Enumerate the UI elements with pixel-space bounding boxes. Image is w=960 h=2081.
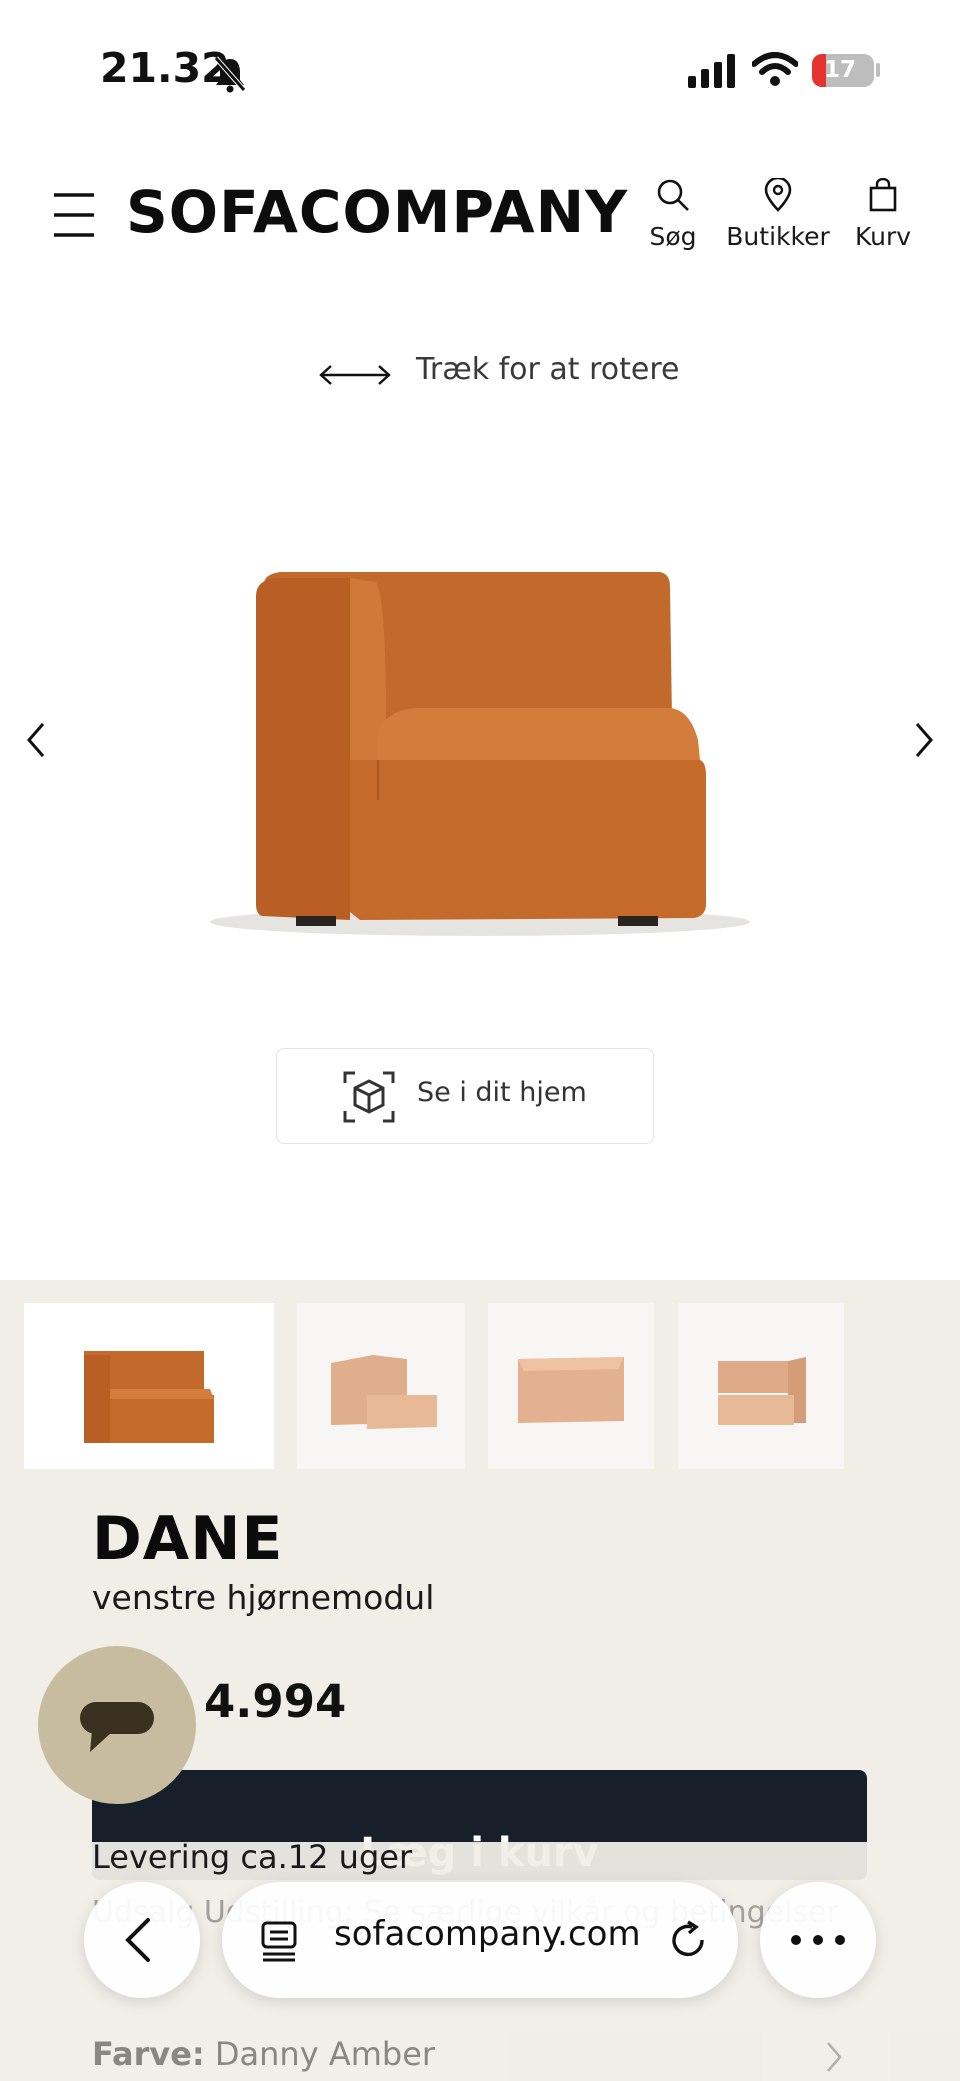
chevron-right-icon[interactable] (912, 720, 936, 760)
thumbnail-2[interactable] (297, 1303, 465, 1469)
more-options-button[interactable] (760, 1882, 876, 1998)
see-in-your-home-button[interactable]: Se i dit hjem (276, 1048, 654, 1144)
bell-muted-icon (214, 56, 246, 93)
location-pin-icon (764, 176, 792, 212)
rotate-hint: Træk for at rotere (416, 352, 680, 387)
nav-stores[interactable]: Butikker (726, 176, 830, 251)
address-bar[interactable]: sofacompany.com (222, 1882, 738, 1998)
wifi-icon (752, 52, 798, 86)
color-selector[interactable]: Farve: Danny Amber (92, 2035, 435, 2073)
battery-icon: 17 (812, 54, 874, 87)
chat-icon (80, 1702, 154, 1752)
thumbnail-sofa-image (518, 1357, 624, 1423)
color-value: Danny Amber (214, 2035, 436, 2073)
nav-search[interactable]: Søg (640, 178, 706, 251)
chevron-left-icon[interactable] (24, 720, 48, 760)
rotate-arrows-icon (319, 365, 391, 385)
thumbnail-sofa-image (84, 1351, 214, 1443)
more-dots-icon (791, 1935, 845, 1945)
thumbnail-sofa-image (331, 1355, 437, 1429)
battery-level: 17 (824, 57, 857, 83)
cellular-signal-icon (688, 54, 735, 88)
reload-icon[interactable] (666, 1918, 710, 1962)
chevron-right-icon[interactable] (824, 2040, 844, 2074)
chevron-left-icon (125, 1918, 150, 1962)
thumbnail-3[interactable] (488, 1303, 654, 1469)
url-text[interactable]: sofacompany.com (334, 1914, 641, 1954)
color-label: Farve: (92, 2035, 205, 2073)
shopping-bag-icon (869, 177, 897, 212)
nav-cart[interactable]: Kurv (852, 177, 914, 251)
delivery-time: Levering ca.12 uger (92, 1838, 413, 1876)
nav-stores-label: Butikker (726, 222, 830, 251)
tab-overview-icon[interactable] (258, 1918, 302, 1962)
hamburger-menu-icon[interactable] (52, 190, 96, 240)
product-subtitle: venstre hjørnemodul (92, 1578, 435, 1617)
product-image-3d[interactable] (200, 560, 760, 940)
product-price: 4.994 (204, 1675, 347, 1728)
search-icon (657, 179, 689, 211)
thumbnail-1[interactable] (24, 1303, 274, 1469)
thumbnail-4[interactable] (678, 1303, 844, 1469)
product-name: DANE (92, 1504, 284, 1574)
brand-logo[interactable]: SOFACOMPANY (126, 178, 628, 246)
status-time: 21.32 (100, 44, 230, 92)
battery-tip (876, 63, 880, 77)
ar-cube-icon (343, 1071, 395, 1123)
nav-cart-label: Kurv (854, 222, 912, 251)
thumbnail-sofa-image (718, 1357, 806, 1425)
see-in-your-home-label: Se i dit hjem (417, 1077, 587, 1108)
chat-button[interactable] (38, 1646, 196, 1804)
browser-back-button[interactable] (84, 1882, 200, 1998)
nav-search-label: Søg (649, 222, 697, 251)
